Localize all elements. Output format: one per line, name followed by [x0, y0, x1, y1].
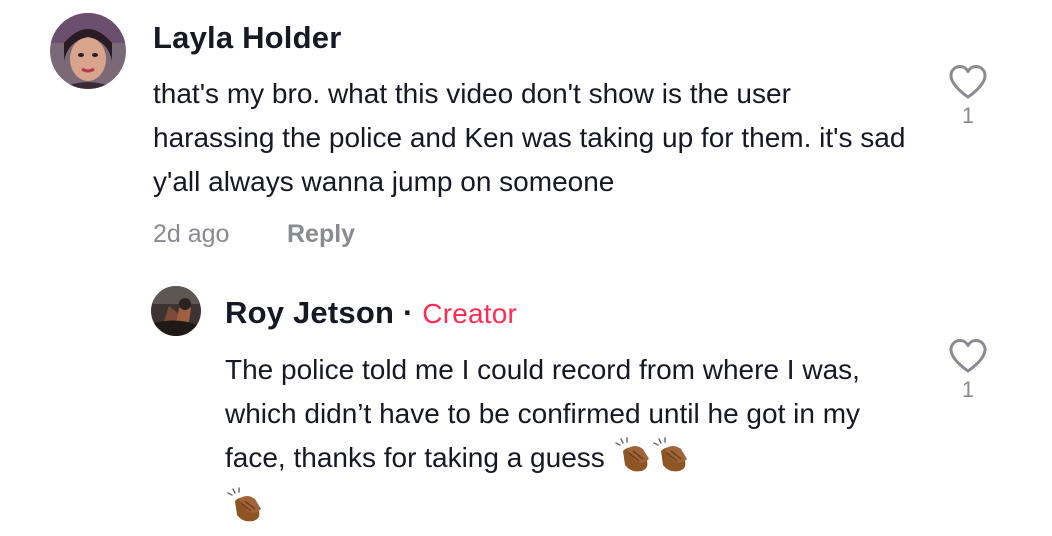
avatar[interactable] [50, 13, 126, 89]
creator-badge: Creator [422, 298, 518, 329]
reply-text-block: The police told me I could record from w… [225, 348, 905, 536]
heart-outline-icon [949, 65, 987, 99]
clapping-hands-icon [613, 437, 651, 486]
like-count: 1 [961, 377, 975, 402]
user-avatar-image [151, 286, 201, 336]
reply-username-line: Roy Jetson · Creator [225, 295, 517, 331]
like-button[interactable]: 1 [943, 64, 993, 129]
avatar[interactable] [151, 286, 201, 336]
separator-dot: · [402, 295, 414, 330]
comment-username[interactable]: Layla Holder [153, 20, 341, 56]
clapping-hands-icon [225, 487, 263, 536]
clapping-hands-icon [651, 437, 689, 486]
reply-button[interactable]: Reply [287, 220, 355, 249]
comment-text: that's my bro. what this video don't sho… [153, 78, 906, 197]
reply-username[interactable]: Roy Jetson [225, 295, 394, 330]
reply-text: The police told me I could record from w… [225, 354, 861, 473]
like-button[interactable]: 1 [943, 338, 993, 403]
like-count: 1 [961, 103, 975, 128]
heart-outline-icon [949, 339, 987, 373]
comment-timestamp: 2d ago [153, 220, 230, 248]
user-avatar-image [50, 13, 126, 89]
